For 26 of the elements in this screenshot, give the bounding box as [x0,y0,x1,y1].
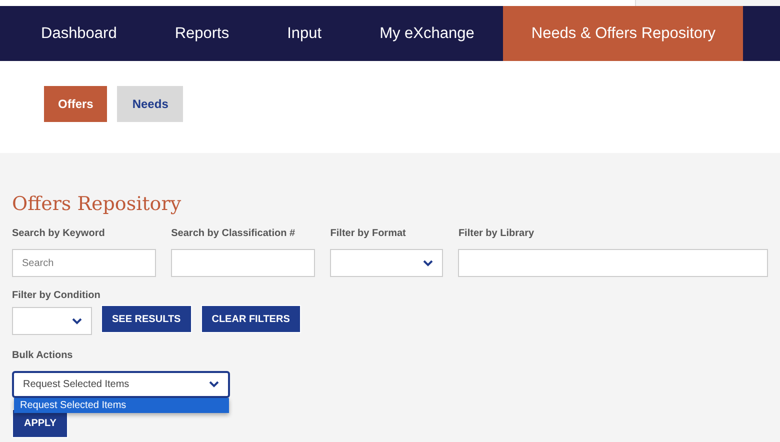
dropdown-option[interactable]: Request Selected Items [14,398,229,413]
field-label: Filter by Format [330,227,407,241]
nav-tab[interactable]: Needs & Offers Repository [503,6,744,61]
field-label: Bulk Actions [12,349,74,363]
input-field[interactable] [171,249,316,277]
chevron-down-icon [72,318,82,324]
action-button[interactable]: CLEAR FILTERS [200,305,301,333]
dropdown-field[interactable]: Request Selected Items [12,371,230,398]
tab-button[interactable]: Needs [117,86,184,122]
tab-button[interactable]: Offers [44,86,108,122]
field-label: Search by Classification # [171,227,296,241]
page-title: Offers Repository [12,193,182,215]
action-button[interactable]: SEE RESULTS [101,305,192,333]
chevron-down-icon [423,260,434,266]
field-label: Filter by Condition [12,289,102,303]
nav-tab[interactable]: My eXchange [350,6,504,61]
nav-tab[interactable]: Reports [146,6,258,61]
field-label: Search by Keyword [12,227,106,241]
chevron-down-icon [209,381,219,388]
input-field[interactable] [458,249,768,277]
nav-tab[interactable]: Dashboard [12,6,146,61]
dropdown-field[interactable] [330,249,444,277]
input-field[interactable]: Search [12,249,156,277]
dropdown-field[interactable] [12,307,92,335]
field-label: Filter by Library [458,227,536,241]
nav-tab[interactable]: Input [258,6,351,61]
